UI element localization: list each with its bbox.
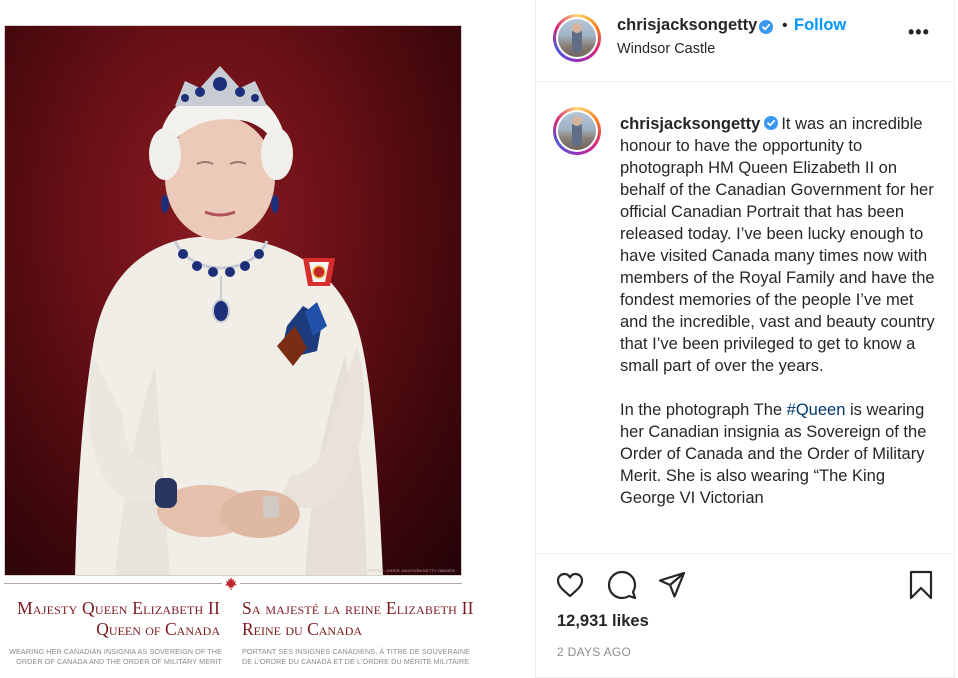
post-caption: chrisjacksongetty It was an incredible ho… xyxy=(620,113,940,531)
header-username[interactable]: chrisjacksongetty xyxy=(617,16,757,35)
caption-divider-left xyxy=(4,583,222,584)
maple-leaf-icon xyxy=(225,577,237,590)
portrait-caption-french: Sa majesté la reine Elizabeth II Reine d… xyxy=(242,598,512,640)
header-separator: • xyxy=(782,17,788,34)
verified-badge-icon xyxy=(759,20,773,34)
photo-credit: PHOTO: CHRIS JACKSON/GETTY IMAGES xyxy=(368,568,455,573)
caption-avatar-image xyxy=(558,112,596,150)
verified-badge-icon xyxy=(764,116,779,130)
paper-plane-icon[interactable] xyxy=(657,570,687,600)
caption-text-1: It was an incredible honour to have the … xyxy=(620,115,935,375)
likes-count[interactable]: 12,931 likes xyxy=(557,612,649,631)
caption-username[interactable]: chrisjacksongetty xyxy=(620,115,760,133)
post-image[interactable]: PHOTO: CHRIS JACKSON/GETTY IMAGES Majest… xyxy=(0,0,535,678)
post-header: chrisjacksongetty • Follow Windsor Castl… xyxy=(536,0,955,82)
caption-en-desc-line1: WEARING HER CANADIAN INSIGNIA AS SOVEREI… xyxy=(9,647,222,656)
caption-text-2a: In the photograph The xyxy=(620,401,787,419)
speech-bubble-icon[interactable] xyxy=(607,570,637,600)
follow-button[interactable]: Follow xyxy=(794,16,846,35)
portrait-photo: PHOTO: CHRIS JACKSON/GETTY IMAGES xyxy=(4,25,462,576)
caption-fr-subtitle: Reine du Canada xyxy=(242,619,363,639)
bookmark-icon[interactable] xyxy=(906,570,936,600)
more-options-icon[interactable]: ••• xyxy=(908,22,930,43)
heart-icon[interactable] xyxy=(555,570,585,600)
caption-en-desc-line2: ORDER OF CANADA AND THE ORDER OF MILITAR… xyxy=(16,657,222,666)
caption-fr-desc-line2: DE L'ORDRE DU CANADA ET DE L'ORDRE DU MÉ… xyxy=(242,657,470,666)
panel-right-edge xyxy=(954,0,958,678)
avatar[interactable] xyxy=(553,14,601,62)
caption-fr-description: PORTANT SES INSIGNES CANADIENS, À TITRE … xyxy=(242,647,512,667)
hashtag-link[interactable]: #Queen xyxy=(787,401,846,419)
post-timestamp[interactable]: 2 DAYS AGO xyxy=(557,645,631,659)
caption-divider-right xyxy=(240,583,462,584)
caption-en-subtitle: Queen of Canada xyxy=(96,619,220,639)
post-actions: 12,931 likes 2 DAYS AGO xyxy=(536,553,955,678)
location-link[interactable]: Windsor Castle xyxy=(617,41,715,57)
avatar-image xyxy=(558,19,596,57)
portrait-caption-english: Majesty Queen Elizabeth II Queen of Cana… xyxy=(0,598,224,640)
caption-en-title: Majesty Queen Elizabeth II xyxy=(17,598,220,618)
caption-fr-title: Sa majesté la reine Elizabeth II xyxy=(242,598,474,618)
caption-fr-desc-line1: PORTANT SES INSIGNES CANADIENS, À TITRE … xyxy=(242,647,471,656)
post-details-panel: chrisjacksongetty • Follow Windsor Castl… xyxy=(535,0,955,678)
caption-avatar[interactable] xyxy=(553,107,601,155)
caption-en-description: WEARING HER CANADIAN INSIGNIA AS SOVEREI… xyxy=(4,647,222,667)
caption-paragraph-1: chrisjacksongetty It was an incredible ho… xyxy=(620,113,940,377)
caption-paragraph-2: In the photograph The #Queen is wearing … xyxy=(620,399,940,509)
portrait-illustration xyxy=(75,66,383,575)
comments-section[interactable]: chrisjacksongetty It was an incredible ho… xyxy=(536,83,955,553)
